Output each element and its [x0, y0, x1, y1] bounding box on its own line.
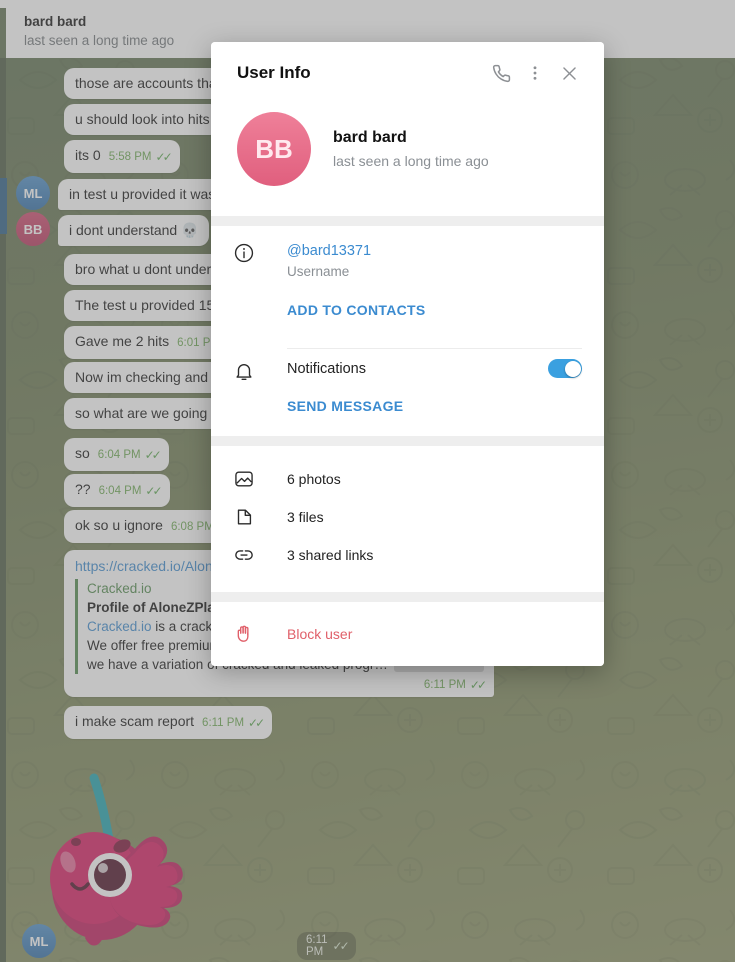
- telegram-window: bard bard last seen a long time ago thos…: [0, 0, 735, 962]
- notifications-row[interactable]: Notifications: [211, 349, 604, 384]
- section-divider: [211, 216, 604, 226]
- shared-media-panel: 6 photos 3 files 3 shared links: [211, 446, 604, 592]
- block-user-label: Block user: [287, 626, 353, 642]
- add-to-contacts-button[interactable]: ADD TO CONTACTS: [287, 288, 582, 334]
- spacer-icon: [233, 384, 287, 396]
- media-label: 6 photos: [287, 471, 341, 487]
- username-row[interactable]: @bard13371 Username: [211, 230, 604, 288]
- section-divider: [211, 592, 604, 602]
- dialog-title: User Info: [237, 63, 311, 82]
- more-vertical-icon[interactable]: [518, 56, 552, 90]
- info-icon: [233, 230, 287, 264]
- username-value[interactable]: @bard13371: [287, 240, 582, 262]
- add-to-contacts-body: ADD TO CONTACTS: [287, 288, 582, 349]
- avatar[interactable]: BB: [237, 112, 311, 186]
- media-row-files[interactable]: 3 files: [211, 498, 604, 536]
- dialog-header: User Info: [211, 42, 604, 104]
- media-label: 3 files: [287, 509, 324, 525]
- username-label: Username: [287, 264, 350, 279]
- media-label: 3 shared links: [287, 547, 374, 563]
- photo-icon: [233, 468, 287, 490]
- close-icon[interactable]: [552, 56, 586, 90]
- notifications-body: Notifications: [287, 349, 582, 384]
- toggle-knob: [564, 360, 581, 377]
- spacer-icon: [233, 288, 287, 300]
- notifications-label: Notifications: [287, 360, 366, 377]
- link-icon: [233, 544, 287, 566]
- user-info-top-panel: User Info BB bard bard last seen a long …: [211, 42, 604, 216]
- bell-icon: [233, 349, 287, 383]
- notifications-toggle-row[interactable]: Notifications: [287, 359, 582, 378]
- send-message-row[interactable]: SEND MESSAGE: [211, 384, 604, 436]
- file-icon: [233, 506, 287, 528]
- user-name: bard bard: [333, 129, 407, 146]
- media-row-photos[interactable]: 6 photos: [211, 460, 604, 498]
- media-row-links[interactable]: 3 shared links: [211, 536, 604, 574]
- username-body: @bard13371 Username: [287, 230, 582, 288]
- user-info-dialog: User Info BB bard bard last seen a long …: [211, 42, 604, 666]
- user-summary: BB bard bard last seen a long time ago: [211, 104, 604, 216]
- block-user-row[interactable]: Block user: [211, 602, 604, 666]
- user-details-panel: @bard13371 Username ADD TO CONTACTS Noti…: [211, 226, 604, 436]
- send-message-body: SEND MESSAGE: [287, 384, 582, 436]
- section-divider: [211, 436, 604, 446]
- notifications-toggle[interactable]: [548, 359, 582, 378]
- user-status: last seen a long time ago: [333, 153, 489, 169]
- phone-icon[interactable]: [484, 56, 518, 90]
- send-message-button[interactable]: SEND MESSAGE: [287, 384, 582, 430]
- hand-stop-icon: [233, 623, 287, 645]
- block-user-panel: Block user: [211, 602, 604, 666]
- user-text-block: bard bard last seen a long time ago: [333, 126, 489, 172]
- add-to-contacts-row[interactable]: ADD TO CONTACTS: [211, 288, 604, 349]
